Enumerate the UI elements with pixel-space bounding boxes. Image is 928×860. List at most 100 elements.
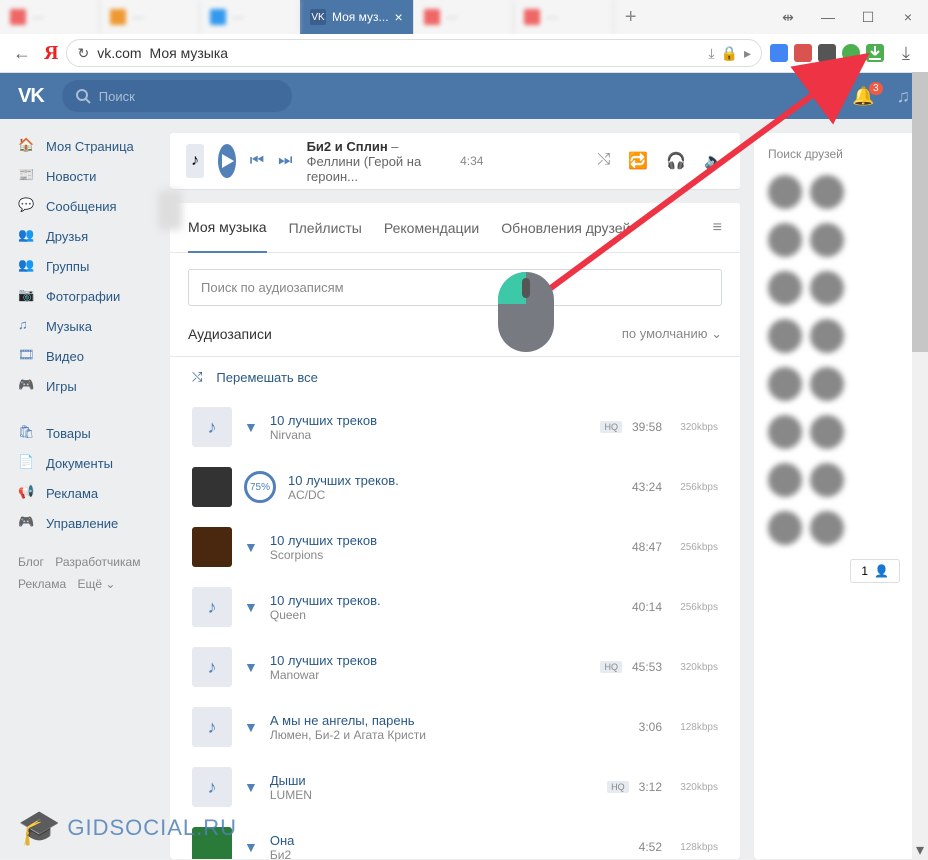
volume-icon[interactable]: 🔈 (704, 151, 724, 171)
tab-recommendations[interactable]: Рекомендации (384, 204, 479, 252)
tab-friends-updates[interactable]: Обновления друзей (501, 204, 630, 252)
track-duration: 48:47 (632, 540, 662, 554)
track-row[interactable]: ♪ ▼ 10 лучших треков Nirvana HQ 39:58 32… (170, 397, 740, 457)
friend-row[interactable] (768, 367, 900, 401)
next-button[interactable]: ⏭ (278, 152, 292, 170)
download-icon[interactable]: ▼ (244, 659, 258, 675)
sidebar-item-news[interactable]: 📰Новости (0, 161, 170, 191)
translate-ext-icon[interactable] (770, 44, 788, 62)
minimize-button[interactable]: — (808, 0, 848, 34)
track-row[interactable]: ♪ ▼ Дыши LUMEN HQ 3:12 320kbps (170, 757, 740, 817)
track-row[interactable]: ♪ ▼ 10 лучших треков. Queen 40:14 256kbp… (170, 577, 740, 637)
music-header-icon[interactable]: ♫ (897, 86, 911, 107)
track-cover[interactable]: ♪ (192, 707, 232, 747)
track-row[interactable]: ▼ 10 лучших треков Scorpions 48:47 256kb… (170, 517, 740, 577)
download-icon[interactable]: ▼ (244, 719, 258, 735)
sidebar-item-market[interactable]: 🛍Товары (0, 418, 170, 448)
friend-row[interactable] (768, 415, 900, 449)
back-button[interactable]: ← (8, 39, 36, 67)
friend-row[interactable] (768, 511, 900, 545)
sidebar-item-messages[interactable]: 💬Сообщения (0, 191, 170, 221)
track-row[interactable]: ▼ Она Би2 4:52 128kbps (170, 817, 740, 859)
download-icon[interactable]: ▼ (244, 599, 258, 615)
track-cover[interactable]: ♪ (192, 647, 232, 687)
savefrom-ext-icon[interactable] (866, 44, 884, 62)
download-url-icon[interactable]: ⤓ (708, 45, 714, 62)
repeat-icon[interactable]: 🔁 (628, 151, 648, 171)
sidebar-item-mypage[interactable]: 🏠Моя Страница (0, 131, 170, 161)
browser-tab[interactable]: ··· (200, 0, 300, 34)
tab-my-music[interactable]: Моя музыка (188, 203, 267, 253)
bookmark-icon[interactable]: ▸ (744, 45, 751, 62)
sidebar-item-friends[interactable]: 👥Друзья (0, 221, 170, 251)
music-tabs: Моя музыка Плейлисты Рекомендации Обновл… (170, 203, 740, 253)
track-row[interactable]: 75% 10 лучших треков. AC/DC 43:24 256kbp… (170, 457, 740, 517)
new-tab-button[interactable]: + (614, 6, 648, 29)
sidebar-item-video[interactable]: 🎞Видео (0, 341, 170, 371)
tv-ext-icon[interactable] (794, 44, 812, 62)
filter-icon[interactable]: ≡ (713, 219, 722, 237)
player-artwork[interactable]: ♪ (186, 144, 204, 178)
friends-icon: 👥 (18, 227, 36, 245)
browser-tab[interactable]: ··· (100, 0, 200, 34)
camera-ext-icon[interactable] (818, 44, 836, 62)
download-icon[interactable]: ▼ (244, 419, 258, 435)
scrollbar-thumb[interactable] (912, 72, 928, 352)
broadcast-icon[interactable]: 🎧 (666, 151, 686, 171)
track-row[interactable]: ♪ ▼ 10 лучших треков Manowar HQ 45:53 32… (170, 637, 740, 697)
shuffle-all-button[interactable]: ⤭ Перемешать все (170, 356, 740, 397)
friend-count-badge[interactable]: 1 👤 (850, 559, 900, 583)
download-progress[interactable]: 75% (244, 471, 276, 503)
friend-row[interactable] (768, 271, 900, 305)
shuffle-icon[interactable]: ⤭ (597, 151, 610, 171)
friend-row[interactable] (768, 223, 900, 257)
friend-row[interactable] (768, 319, 900, 353)
prev-button[interactable]: ⏮ (250, 152, 264, 170)
tab-close-icon[interactable]: × (395, 10, 403, 24)
reader-mode-icon[interactable]: ⇹ (768, 0, 808, 34)
notifications-button[interactable]: 🔔3 (852, 86, 874, 107)
maximize-button[interactable]: ☐ (848, 0, 888, 34)
track-cover[interactable]: ♪ (192, 767, 232, 807)
audio-search-input[interactable]: Поиск по аудиозаписям (188, 269, 722, 306)
browser-tab-active[interactable]: VK Моя муз... × (300, 0, 414, 34)
sidebar-item-music[interactable]: ♫Музыка (0, 311, 170, 341)
friend-row[interactable] (768, 175, 900, 209)
browser-tab[interactable]: ··· (414, 0, 514, 34)
sidebar-item-photos[interactable]: 📷Фотографии (0, 281, 170, 311)
footer-more-link[interactable]: Ещё ⌄ (77, 577, 115, 591)
page-scrollbar[interactable]: ▾ (912, 72, 928, 858)
adguard-ext-icon[interactable] (842, 44, 860, 62)
browser-tab[interactable]: ··· (514, 0, 614, 34)
vk-logo[interactable]: VK (18, 85, 44, 108)
friend-row[interactable] (768, 463, 900, 497)
track-row[interactable]: ♪ ▼ А мы не ангелы, парень Люмен, Би-2 и… (170, 697, 740, 757)
browser-tab[interactable]: ··· (0, 0, 100, 34)
sidebar-item-groups[interactable]: 👥Группы (0, 251, 170, 281)
vk-search-input[interactable]: Поиск (62, 80, 292, 112)
footer-blog-link[interactable]: Блог (18, 555, 44, 569)
download-icon[interactable]: ▼ (244, 779, 258, 795)
sidebar-item-admin[interactable]: 🎮Управление (0, 508, 170, 538)
track-cover[interactable] (192, 527, 232, 567)
footer-devs-link[interactable]: Разработчикам (55, 555, 140, 569)
scroll-down-arrow[interactable]: ▾ (912, 842, 928, 858)
sort-dropdown[interactable]: по умолчанию ⌄ (622, 326, 722, 342)
track-cover[interactable]: ♪ (192, 587, 232, 627)
close-window-button[interactable]: × (888, 0, 928, 34)
yandex-logo[interactable]: Я (44, 42, 58, 65)
track-cover[interactable]: ♪ (192, 407, 232, 447)
player-track[interactable]: Би2 и Сплин – Феллини (Герой на героин..… (307, 139, 447, 184)
footer-ads-link[interactable]: Реклама (18, 577, 66, 591)
sidebar-item-docs[interactable]: 📄Документы (0, 448, 170, 478)
downloads-button[interactable]: ⤓ (892, 39, 920, 67)
tab-playlists[interactable]: Плейлисты (289, 204, 362, 252)
url-field[interactable]: ↻ vk.com Моя музыка ⤓ 🔒 ▸ (66, 39, 762, 67)
sidebar-item-ads[interactable]: 📢Реклама (0, 478, 170, 508)
download-icon[interactable]: ▼ (244, 839, 258, 855)
download-icon[interactable]: ▼ (244, 539, 258, 555)
play-button[interactable] (218, 144, 236, 178)
sidebar-item-games[interactable]: 🎮Игры (0, 371, 170, 401)
track-cover[interactable] (192, 467, 232, 507)
reload-icon[interactable]: ↻ (77, 45, 89, 62)
